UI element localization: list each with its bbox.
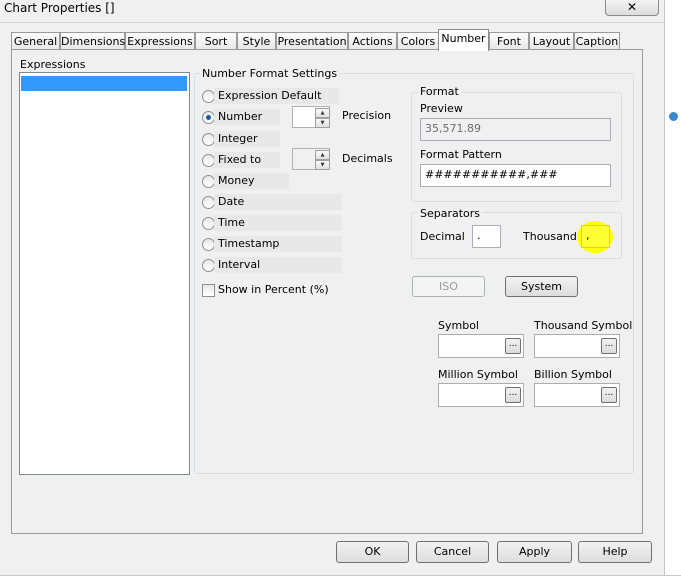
tab-label: Number bbox=[441, 32, 486, 45]
thousand-symbol-label: Thousand Symbol bbox=[534, 319, 633, 332]
radio-label: Date bbox=[218, 195, 245, 208]
title-bar: Chart Properties [] bbox=[0, 0, 664, 23]
radio-label: Expression Default bbox=[218, 89, 322, 102]
format-title: Format bbox=[418, 85, 461, 98]
radio-label: Number bbox=[218, 110, 263, 123]
tab-label: Colors bbox=[400, 35, 436, 48]
tab-expressions[interactable]: Expressions bbox=[125, 32, 195, 50]
expressions-list[interactable] bbox=[19, 72, 190, 475]
tab-label: Actions bbox=[352, 35, 393, 48]
show-percent-label: Show in Percent (%) bbox=[218, 283, 329, 296]
list-item[interactable] bbox=[21, 76, 187, 91]
radio-label: Integer bbox=[218, 132, 258, 145]
ok-button[interactable]: OK bbox=[336, 541, 409, 563]
iso-button[interactable]: ISO bbox=[412, 276, 485, 297]
thousand-symbol-browse-button[interactable]: ... bbox=[601, 338, 617, 354]
help-button[interactable]: Help bbox=[578, 541, 652, 563]
spin-up-button[interactable]: ▲ bbox=[315, 150, 330, 160]
show-percent-checkbox[interactable] bbox=[202, 284, 215, 297]
format-pattern-input[interactable]: ###########,### bbox=[420, 164, 611, 187]
tab-label: Font bbox=[497, 35, 521, 48]
billion-symbol-input[interactable]: ... bbox=[534, 383, 620, 407]
tab-style[interactable]: Style bbox=[237, 32, 276, 50]
apply-button[interactable]: Apply bbox=[497, 541, 572, 563]
tab-label: Caption bbox=[575, 35, 619, 48]
billion-symbol-label: Billion Symbol bbox=[534, 368, 612, 381]
precision-spinner[interactable]: ▲ ▼ bbox=[292, 106, 330, 128]
tab-label: Expressions bbox=[127, 35, 193, 48]
tab-colors[interactable]: Colors bbox=[397, 32, 439, 50]
expressions-label: Expressions bbox=[20, 58, 86, 71]
tab-label: Style bbox=[242, 35, 271, 48]
thousand-label: Thousand bbox=[523, 230, 577, 243]
tab-font[interactable]: Font bbox=[489, 32, 529, 50]
number-format-title: Number Format Settings bbox=[200, 67, 340, 80]
tab-layout[interactable]: Layout bbox=[529, 32, 574, 50]
tab-actions[interactable]: Actions bbox=[348, 32, 397, 50]
precision-label: Precision bbox=[342, 109, 392, 122]
billion-symbol-browse-button[interactable]: ... bbox=[601, 387, 617, 403]
decimal-separator-input[interactable]: . bbox=[472, 225, 501, 248]
million-symbol-browse-button[interactable]: ... bbox=[505, 387, 521, 403]
symbol-input[interactable]: ... bbox=[438, 334, 524, 358]
tab-dimensions[interactable]: Dimensions bbox=[60, 32, 125, 50]
million-symbol-input[interactable]: ... bbox=[438, 383, 524, 407]
tab-label: Layout bbox=[532, 35, 571, 48]
close-button[interactable]: ✕ bbox=[605, 0, 659, 16]
radio-label: Money bbox=[218, 174, 255, 187]
spin-down-button[interactable]: ▼ bbox=[315, 118, 330, 128]
tab-label: Dimensions bbox=[61, 35, 126, 48]
tab-sort[interactable]: Sort bbox=[195, 32, 237, 50]
tab-caption[interactable]: Caption bbox=[574, 32, 620, 50]
tab-label: Sort bbox=[204, 35, 228, 48]
window-title: Chart Properties [] bbox=[4, 1, 115, 15]
radio-label: Timestamp bbox=[218, 237, 280, 250]
close-icon: ✕ bbox=[626, 0, 638, 14]
background-window-edge bbox=[664, 0, 681, 585]
symbol-label: Symbol bbox=[438, 319, 479, 332]
tab-number[interactable]: Number bbox=[438, 29, 489, 51]
tab-label: Presentation bbox=[277, 35, 347, 48]
tab-presentation[interactable]: Presentation bbox=[276, 32, 348, 50]
globe-icon bbox=[669, 112, 678, 121]
thousand-separator-input[interactable]: , bbox=[581, 225, 610, 248]
cancel-button[interactable]: Cancel bbox=[416, 541, 489, 563]
radio-label: Interval bbox=[218, 258, 261, 271]
tab-label: General bbox=[13, 35, 58, 48]
background-window-bottom bbox=[0, 575, 681, 586]
preview-label: Preview bbox=[420, 102, 463, 115]
radio-label: Time bbox=[218, 216, 245, 229]
spin-up-button[interactable]: ▲ bbox=[315, 108, 330, 118]
symbol-browse-button[interactable]: ... bbox=[505, 338, 521, 354]
separators-title: Separators bbox=[418, 207, 483, 220]
decimals-spinner[interactable]: ▲ ▼ bbox=[292, 148, 330, 170]
radio-label: Fixed to bbox=[218, 153, 262, 166]
tab-general[interactable]: General bbox=[11, 32, 60, 50]
system-button[interactable]: System bbox=[505, 276, 578, 297]
preview-field: 35,571.89 bbox=[420, 118, 611, 141]
radio-selected-dot bbox=[206, 115, 211, 120]
thousand-symbol-input[interactable]: ... bbox=[534, 334, 620, 358]
decimals-label: Decimals bbox=[342, 152, 393, 165]
million-symbol-label: Million Symbol bbox=[438, 368, 518, 381]
spin-down-button[interactable]: ▼ bbox=[315, 160, 330, 170]
decimal-label: Decimal bbox=[420, 230, 465, 243]
format-pattern-label: Format Pattern bbox=[420, 148, 502, 161]
